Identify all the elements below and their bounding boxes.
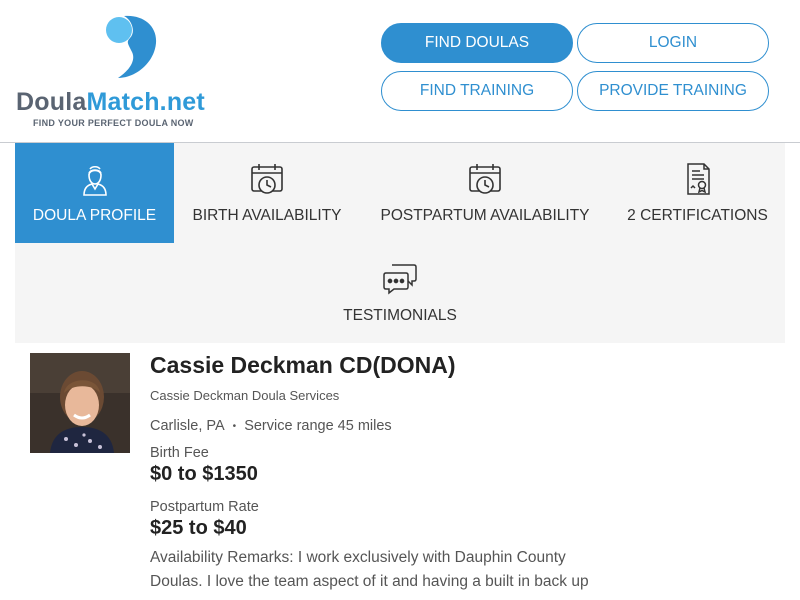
chat-bubbles-icon	[383, 264, 417, 295]
tab-label: DOULA PROFILE	[32, 207, 157, 224]
business-name: Cassie Deckman Doula Services	[150, 388, 340, 403]
postpartum-rate-label: Postpartum Rate	[150, 499, 259, 515]
calendar-clock-icon	[469, 164, 501, 194]
tab-postpartum-availability[interactable]: POSTPARTUM AVAILABILITY	[360, 143, 610, 243]
birth-fee-value: $0 to $1350	[150, 463, 258, 485]
location-line: Carlisle, PA • Service range 45 miles	[150, 418, 392, 434]
tab-certifications[interactable]: 2 CERTIFICATIONS	[610, 143, 785, 243]
site-logo[interactable]: DoulaMatch.net FIND YOUR PERFECT DOULA N…	[16, 10, 226, 130]
person-icon	[82, 165, 107, 196]
provide-training-button[interactable]: PROVIDE TRAINING	[577, 71, 769, 111]
logo-wordmark: DoulaMatch.net	[16, 88, 205, 117]
logo-tagline: FIND YOUR PERFECT DOULA NOW	[33, 118, 194, 128]
logo-mark-icon	[106, 15, 157, 79]
calendar-clock-icon	[251, 164, 283, 194]
tab-doula-profile[interactable]: DOULA PROFILE	[15, 143, 174, 243]
doula-photo-image	[30, 353, 130, 453]
certificate-icon	[686, 163, 710, 195]
find-doulas-button[interactable]: FIND DOULAS	[381, 23, 573, 63]
find-training-button[interactable]: FIND TRAINING	[381, 71, 573, 111]
doula-photo	[30, 353, 130, 453]
postpartum-rate-value: $25 to $40	[150, 517, 247, 539]
logo-word-2: Match.net	[86, 88, 205, 116]
doula-name: Cassie Deckman CD(DONA)	[150, 352, 456, 378]
tab-birth-availability[interactable]: BIRTH AVAILABILITY	[174, 143, 360, 243]
login-button[interactable]: LOGIN	[577, 23, 769, 63]
tab-label: BIRTH AVAILABILITY	[192, 207, 342, 224]
tab-testimonials[interactable]: TESTIMONIALS	[310, 243, 490, 343]
tab-label: 2 CERTIFICATIONS	[627, 207, 768, 224]
tab-label: TESTIMONIALS	[343, 307, 457, 324]
site-header: DoulaMatch.net FIND YOUR PERFECT DOULA N…	[0, 0, 800, 143]
tab-label: POSTPARTUM AVAILABILITY	[380, 207, 590, 224]
city: Carlisle, PA	[150, 418, 225, 434]
logo-word-1: Doula	[16, 88, 87, 116]
service-range: Service range 45 miles	[244, 418, 392, 434]
profile-tabs: DOULA PROFILE BIRTH AVAILABILITY POSTPAR…	[15, 143, 785, 343]
separator-dot: •	[232, 420, 237, 432]
birth-fee-label: Birth Fee	[150, 445, 209, 461]
availability-remarks: Availability Remarks: I work exclusively…	[150, 549, 589, 590]
